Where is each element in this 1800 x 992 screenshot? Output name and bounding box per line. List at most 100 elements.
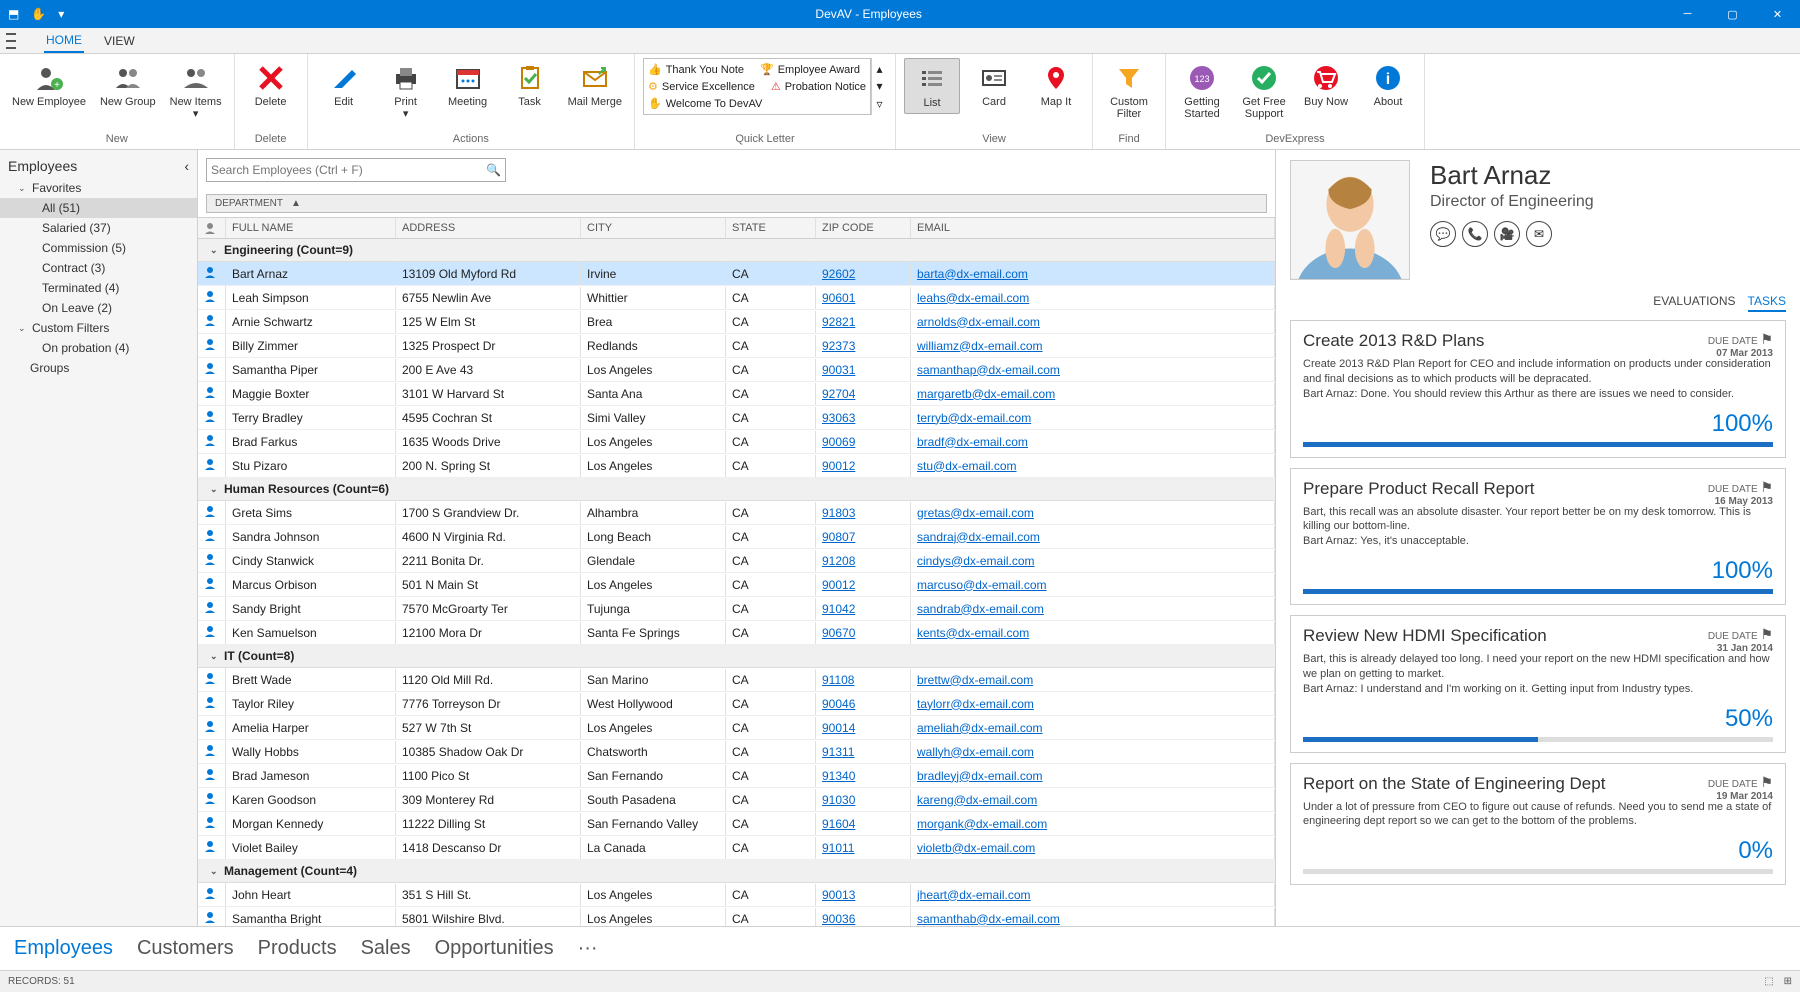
status-bar: RECORDS: 51 ⬚ ⊞ <box>0 970 1800 992</box>
group-row[interactable]: ⌄ Engineering (Count=9) <box>198 239 1275 262</box>
status-icon-1[interactable]: ⬚ <box>1764 976 1773 987</box>
collapse-nav-icon[interactable]: ‹ <box>184 158 189 174</box>
custom-filter-button[interactable]: Custom Filter <box>1101 58 1157 124</box>
table-row[interactable]: Arnie Schwartz125 W Elm StBreaCA92821arn… <box>198 310 1275 334</box>
nav-terminated[interactable]: Terminated (4) <box>0 278 197 298</box>
table-row[interactable]: Taylor Riley7776 Torreyson DrWest Hollyw… <box>198 692 1275 716</box>
tab-view[interactable]: VIEW <box>102 30 137 52</box>
mail-icon[interactable]: ✉ <box>1526 221 1552 247</box>
new-group-button[interactable]: New Group <box>96 58 160 112</box>
table-row[interactable]: Sandra Johnson4600 N Virginia Rd.Long Be… <box>198 525 1275 549</box>
group-by-chip[interactable]: DEPARTMENT▲ <box>206 194 1267 213</box>
search-input[interactable] <box>211 163 486 177</box>
nav-onleave[interactable]: On Leave (2) <box>0 298 197 318</box>
map-it-button[interactable]: Map It <box>1028 58 1084 112</box>
task-card[interactable]: DUE DATE ⚑07 Mar 2013Create 2013 R&D Pla… <box>1290 320 1786 458</box>
group-label-view: View <box>904 131 1084 147</box>
meeting-button[interactable]: Meeting <box>440 58 496 112</box>
table-row[interactable]: Billy Zimmer1325 Prospect DrRedlandsCA92… <box>198 334 1275 358</box>
nav-probation[interactable]: On probation (4) <box>0 338 197 358</box>
search-icon[interactable]: 🔍 <box>486 163 501 177</box>
buy-now-button[interactable]: Buy Now <box>1298 58 1354 112</box>
table-row[interactable]: Morgan Kennedy11222 Dilling StSan Fernan… <box>198 812 1275 836</box>
table-row[interactable]: Samantha Piper200 E Ave 43Los AngelesCA9… <box>198 358 1275 382</box>
view-card-button[interactable]: Card <box>966 58 1022 112</box>
col-city[interactable]: CITY <box>581 218 726 238</box>
table-row[interactable]: John Heart351 S Hill St.Los AngelesCA900… <box>198 883 1275 907</box>
status-icon-2[interactable]: ⊞ <box>1784 976 1792 987</box>
task-card[interactable]: DUE DATE ⚑19 Mar 2014Report on the State… <box>1290 763 1786 886</box>
close-button[interactable]: ✕ <box>1755 0 1800 28</box>
footer-opportunities[interactable]: Opportunities <box>435 937 554 960</box>
video-icon[interactable]: 🎥 <box>1494 221 1520 247</box>
nav-all[interactable]: All (51) <box>0 198 197 218</box>
maximize-button[interactable]: ▢ <box>1710 0 1755 28</box>
table-row[interactable]: Brett Wade1120 Old Mill Rd.San MarinoCA9… <box>198 668 1275 692</box>
nav-favorites[interactable]: ⌄Favorites <box>0 178 197 198</box>
get-free-support-button[interactable]: Get Free Support <box>1236 58 1292 124</box>
svg-text:+: + <box>54 80 60 91</box>
group-row[interactable]: ⌄ Management (Count=4) <box>198 860 1275 883</box>
table-row[interactable]: Samantha Bright5801 Wilshire Blvd.Los An… <box>198 907 1275 926</box>
footer-products[interactable]: Products <box>258 937 337 960</box>
tab-home[interactable]: HOME <box>44 29 84 53</box>
nav-salaried[interactable]: Salaried (37) <box>0 218 197 238</box>
tab-evaluations[interactable]: EVALUATIONS <box>1653 294 1735 312</box>
print-button[interactable]: Print▾ <box>378 58 434 124</box>
new-items-button[interactable]: New Items▾ <box>166 58 226 124</box>
table-row[interactable]: Greta Sims1700 S Grandview Dr.AlhambraCA… <box>198 501 1275 525</box>
col-icon[interactable] <box>198 218 226 238</box>
new-employee-button[interactable]: +New Employee <box>8 58 90 112</box>
table-row[interactable]: Wally Hobbs10385 Shadow Oak DrChatsworth… <box>198 740 1275 764</box>
footer-customers[interactable]: Customers <box>137 937 234 960</box>
getting-started-button[interactable]: 123Getting Started <box>1174 58 1230 124</box>
col-state[interactable]: STATE <box>726 218 816 238</box>
table-row[interactable]: Cindy Stanwick2211 Bonita Dr.GlendaleCA9… <box>198 549 1275 573</box>
quick-letter-gallery[interactable]: 👍Thank You Note 🏆Employee Award ⚙Service… <box>643 58 871 115</box>
chat-icon[interactable]: 💬 <box>1430 221 1456 247</box>
nav-custom-filters[interactable]: ⌄Custom Filters <box>0 318 197 338</box>
qat-icon-1[interactable]: ⬒ <box>8 7 19 21</box>
mail-merge-button[interactable]: Mail Merge <box>564 58 626 112</box>
minimize-button[interactable]: ─ <box>1665 0 1710 28</box>
view-list-button[interactable]: List <box>904 58 960 114</box>
table-row[interactable]: Stu Pizaro200 N. Spring StLos AngelesCA9… <box>198 454 1275 478</box>
task-button[interactable]: Task <box>502 58 558 112</box>
nav-commission[interactable]: Commission (5) <box>0 238 197 258</box>
col-zip[interactable]: ZIP CODE <box>816 218 911 238</box>
task-card[interactable]: DUE DATE ⚑16 May 2013Prepare Product Rec… <box>1290 468 1786 606</box>
delete-button[interactable]: Delete <box>243 58 299 112</box>
table-row[interactable]: Leah Simpson6755 Newlin AveWhittierCA906… <box>198 286 1275 310</box>
task-card[interactable]: DUE DATE ⚑31 Jan 2014Review New HDMI Spe… <box>1290 615 1786 753</box>
qat-icon-2[interactable]: ✋ <box>31 7 46 21</box>
group-row[interactable]: ⌄ Human Resources (Count=6) <box>198 478 1275 501</box>
table-row[interactable]: Violet Bailey1418 Descanso DrLa CanadaCA… <box>198 836 1275 860</box>
quick-letter-expand[interactable]: ▴▾▿ <box>871 58 887 115</box>
table-row[interactable]: Marcus Orbison501 N Main StLos AngelesCA… <box>198 573 1275 597</box>
col-fullname[interactable]: FULL NAME <box>226 218 396 238</box>
table-row[interactable]: Karen Goodson309 Monterey RdSouth Pasade… <box>198 788 1275 812</box>
nav-contract[interactable]: Contract (3) <box>0 258 197 278</box>
nav-groups[interactable]: Groups <box>0 358 197 378</box>
hamburger-icon[interactable] <box>6 33 26 49</box>
footer-employees[interactable]: Employees <box>14 937 113 960</box>
table-row[interactable]: Amelia Harper527 W 7th StLos AngelesCA90… <box>198 716 1275 740</box>
table-row[interactable]: Terry Bradley4595 Cochran StSimi ValleyC… <box>198 406 1275 430</box>
table-row[interactable]: Brad Jameson1100 Pico StSan FernandoCA91… <box>198 764 1275 788</box>
phone-icon[interactable]: 📞 <box>1462 221 1488 247</box>
search-box[interactable]: 🔍 <box>206 158 506 182</box>
tab-tasks[interactable]: TASKS <box>1748 294 1786 312</box>
table-row[interactable]: Sandy Bright7570 McGroarty TerTujungaCA9… <box>198 597 1275 621</box>
col-email[interactable]: EMAIL <box>911 218 1275 238</box>
footer-more[interactable]: ··· <box>578 937 598 960</box>
edit-button[interactable]: Edit <box>316 58 372 112</box>
table-row[interactable]: Bart Arnaz13109 Old Myford RdIrvineCA926… <box>198 262 1275 286</box>
about-button[interactable]: iAbout <box>1360 58 1416 112</box>
table-row[interactable]: Maggie Boxter3101 W Harvard StSanta AnaC… <box>198 382 1275 406</box>
table-row[interactable]: Ken Samuelson12100 Mora DrSanta Fe Sprin… <box>198 621 1275 645</box>
qat-dropdown[interactable]: ▾ <box>58 7 64 21</box>
footer-sales[interactable]: Sales <box>361 937 411 960</box>
col-address[interactable]: ADDRESS <box>396 218 581 238</box>
table-row[interactable]: Brad Farkus1635 Woods DriveLos AngelesCA… <box>198 430 1275 454</box>
group-row[interactable]: ⌄ IT (Count=8) <box>198 645 1275 668</box>
